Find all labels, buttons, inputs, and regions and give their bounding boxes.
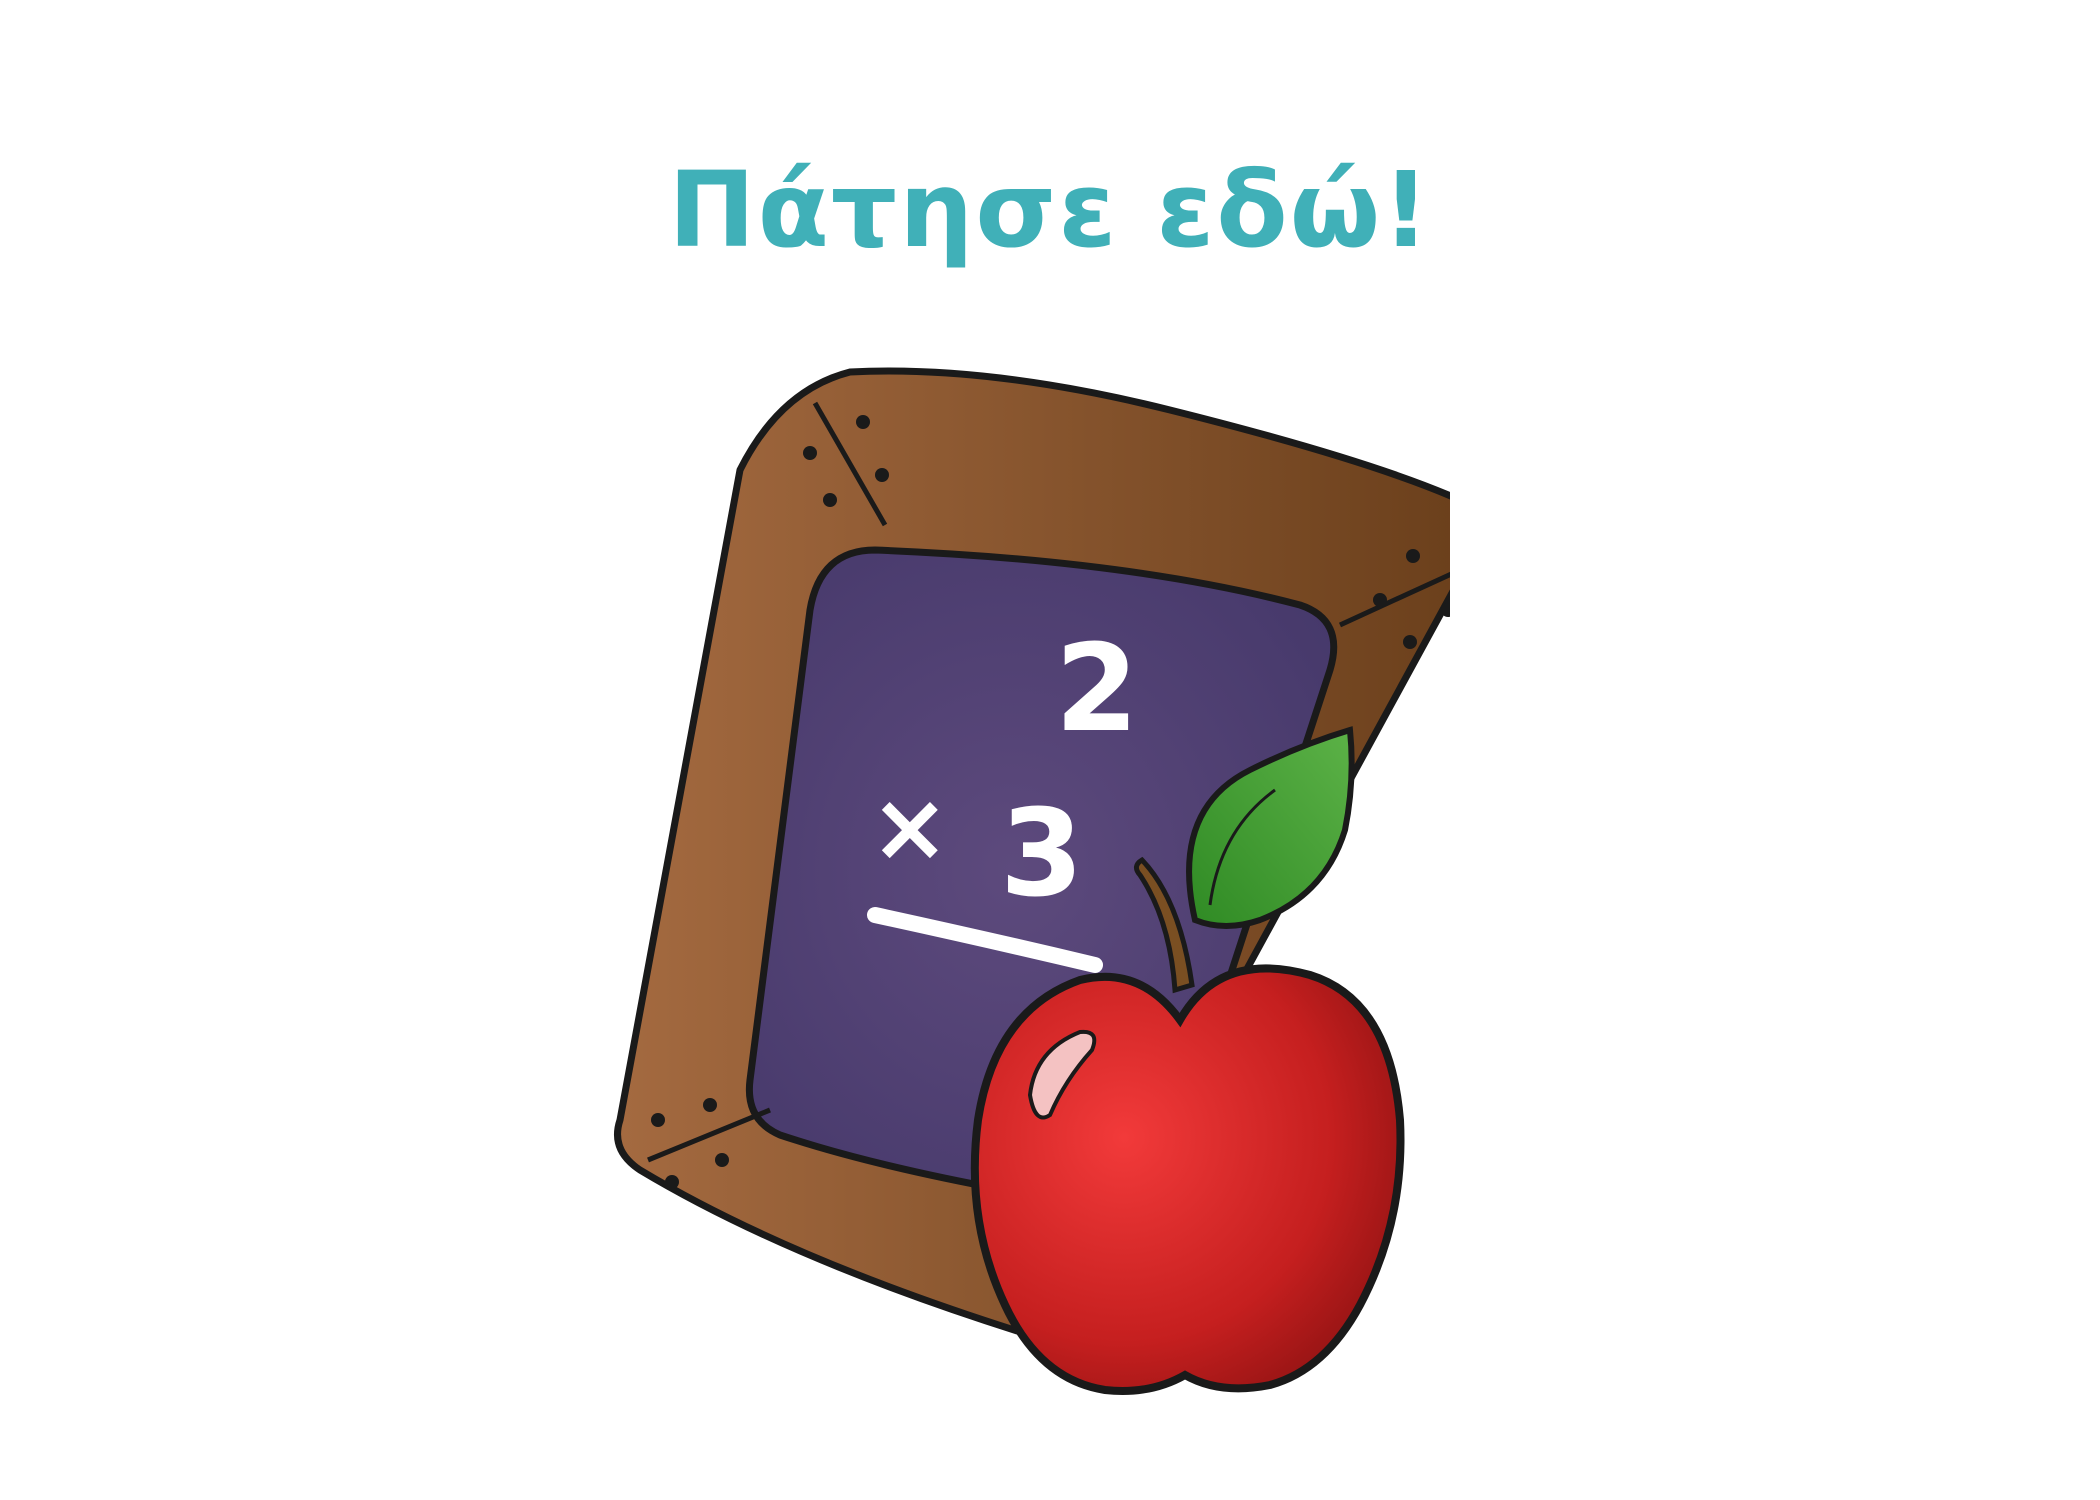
apple-body: [970, 964, 1405, 1395]
chalkboard-apple-svg: 2 × 3: [614, 367, 1450, 1395]
page: Πάτησε εδώ! 2 × 3: [0, 0, 2100, 1500]
chalk-bottom-number: 3: [1000, 785, 1084, 924]
click-here-prompt[interactable]: Πάτησε εδώ!: [0, 140, 2100, 280]
chalk-top-number: 2: [1055, 620, 1139, 759]
chalk-operator: ×: [870, 773, 950, 883]
chalkboard-apple-illustration[interactable]: 2 × 3: [610, 360, 1450, 1450]
